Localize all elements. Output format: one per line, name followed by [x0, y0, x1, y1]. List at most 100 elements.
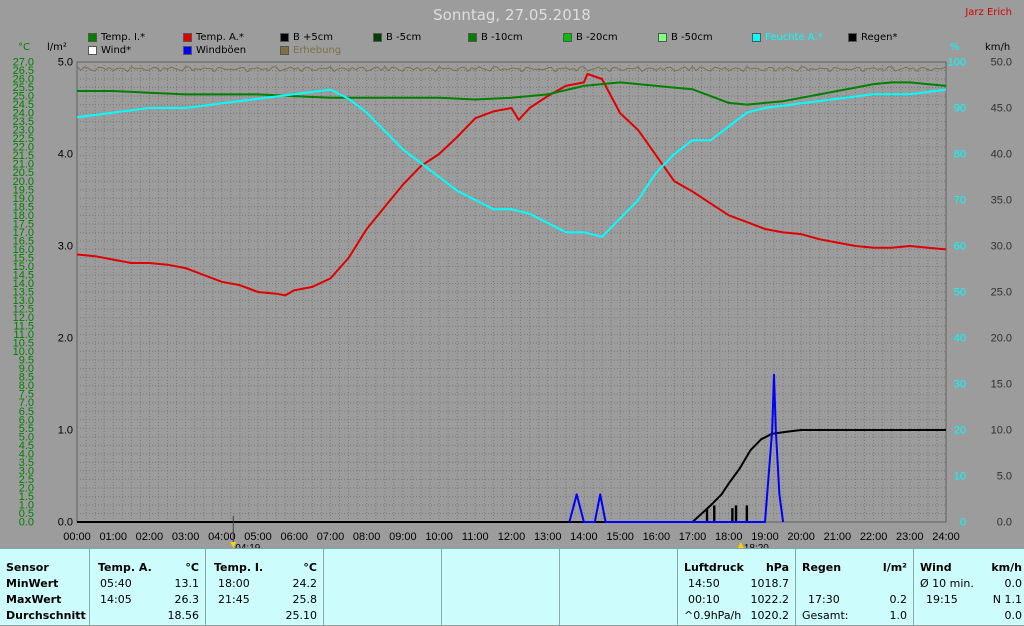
humidity-axis-tick: 100 [948, 57, 966, 69]
x-axis-tick: 17:00 [679, 531, 707, 543]
wind-axis-tick: 45.0 [991, 103, 1012, 115]
x-axis-tick: 06:00 [280, 531, 308, 543]
x-axis-tick: 02:00 [136, 531, 164, 543]
x-axis-tick: 01:00 [99, 531, 127, 543]
humidity-axis-tick: 60 [954, 241, 966, 253]
sensor-column: Sensor MinWert MaxWert Durchschnitt [0, 549, 90, 626]
rain-axis-tick: 3.0 [58, 241, 73, 253]
wind-unit: km/h [991, 561, 1022, 574]
wind-axis-tick: 40.0 [991, 149, 1012, 161]
temp-a-max-time: 14:05 [100, 593, 132, 606]
rain-axis-tick: 0.0 [58, 517, 73, 529]
x-axis-tick: 20:00 [787, 531, 815, 543]
x-axis-tick: 08:00 [353, 531, 381, 543]
rain-axis-tick: 2.0 [58, 333, 73, 345]
temp-a-max-value: 26.3 [174, 593, 200, 606]
min-row-label: MinWert [6, 577, 59, 590]
temp-i-average: 25.10 [285, 609, 318, 622]
temp-a-min-value: 13.1 [174, 577, 200, 590]
pressure-min-time: 14:50 [688, 577, 720, 590]
x-axis-tick: 18:00 [715, 531, 743, 543]
rain-bar [745, 505, 749, 522]
x-axis-tick: 16:00 [643, 531, 671, 543]
wind-axis-tick: 15.0 [991, 379, 1012, 391]
x-axis-tick: 14:00 [570, 531, 598, 543]
temp-a-column: Temp. A. °C 05:40 13.1 14:05 26.3 18.56 [90, 549, 206, 626]
x-axis-tick: 24:00 [932, 531, 960, 543]
wind-max-value: N 1.1 [992, 593, 1022, 606]
wind-axis-tick: 35.0 [991, 195, 1012, 207]
temp-i-max-time: 21:45 [218, 593, 250, 606]
x-axis-tick: 05:00 [244, 531, 272, 543]
rain-max-time: 17:30 [808, 593, 840, 606]
x-axis-tick: 04:00 [208, 531, 236, 543]
wind-max-time: 19:15 [926, 593, 958, 606]
empty-column-2 [442, 549, 560, 626]
wind-axis-tick: 0.0 [997, 517, 1012, 529]
rain-axis-tick: 5.0 [58, 57, 73, 69]
rain-axis-tick: 4.0 [58, 149, 73, 161]
rain-max-value: 0.2 [889, 593, 908, 606]
wind-axis-tick: 20.0 [991, 333, 1012, 345]
humidity-axis-tick: 20 [954, 425, 966, 437]
temp-a-min-time: 05:40 [100, 577, 132, 590]
temp-a-header: Temp. A. [98, 561, 152, 574]
temp-i-min-time: 18:00 [218, 577, 250, 590]
empty-column-3 [560, 549, 678, 626]
x-axis-tick: 13:00 [534, 531, 562, 543]
weather-chart: 0.00.51.01.52.02.53.03.54.04.55.05.56.06… [13, 57, 1012, 548]
x-axis-tick: 15:00 [606, 531, 634, 543]
pressure-trend: ^0.9hPa/h [684, 609, 742, 622]
temp-a-unit: °C [185, 561, 199, 574]
wind-axis-tick: 5.0 [997, 471, 1012, 483]
rain-bar [734, 505, 738, 522]
pressure-current: 1020.2 [750, 609, 790, 622]
rain-total-label: Gesamt: [802, 609, 849, 622]
rain-total-value: 1.0 [889, 609, 908, 622]
rain-unit: l/m² [882, 561, 907, 574]
x-axis-tick: 07:00 [317, 531, 345, 543]
rain-column: Regen l/m² 17:30 0.2 Gesamt: 1.0 [796, 549, 914, 626]
pressure-max-value: 1022.2 [750, 593, 790, 606]
temp-i-unit: °C [303, 561, 317, 574]
x-axis-tick: 11:00 [462, 531, 489, 543]
humidity-axis-tick: 0 [960, 517, 966, 529]
x-axis-tick: 22:00 [860, 531, 888, 543]
wind-avg-value: 0.0 [1004, 577, 1023, 590]
temp-i-min-value: 24.2 [292, 577, 318, 590]
humidity-axis-tick: 10 [954, 471, 966, 483]
rain-bar [713, 505, 716, 522]
wind-axis-tick: 30.0 [991, 241, 1012, 253]
wind-column: Wind km/h Ø 10 min. 0.0 19:15 N 1.1 0.0 [914, 549, 1024, 626]
x-axis-tick: 23:00 [896, 531, 924, 543]
pressure-column: Luftdruck hPa 14:50 1018.7 00:10 1022.2 … [678, 549, 796, 626]
stats-panel: Sensor MinWert MaxWert Durchschnitt Temp… [0, 548, 1024, 626]
max-row-label: MaxWert [6, 593, 62, 606]
temp-a-average: 18.56 [167, 609, 200, 622]
x-axis-tick: 09:00 [389, 531, 417, 543]
temp-i-header: Temp. I. [214, 561, 264, 574]
x-axis-tick: 19:00 [751, 531, 779, 543]
humidity-axis-tick: 90 [954, 103, 966, 115]
sensor-header: Sensor [6, 561, 49, 574]
temp-i-column: Temp. I. °C 18:00 24.2 21:45 25.8 25.10 [206, 549, 324, 626]
temp-axis-tick: 27.0 [13, 57, 34, 69]
wind-avg-label: Ø 10 min. [920, 577, 974, 590]
wind-axis-tick: 10.0 [991, 425, 1012, 437]
x-axis-tick: 12:00 [498, 531, 526, 543]
pressure-max-time: 00:10 [688, 593, 720, 606]
x-axis-tick: 00:00 [63, 531, 91, 543]
pressure-header: Luftdruck [684, 561, 744, 574]
x-axis-tick: 21:00 [824, 531, 852, 543]
wind-current: 0.0 [1004, 609, 1023, 622]
rain-axis-tick: 1.0 [58, 425, 73, 437]
x-axis-tick: 03:00 [172, 531, 200, 543]
humidity-axis-tick: 40 [954, 333, 966, 345]
humidity-axis-tick: 50 [954, 287, 966, 299]
wind-header: Wind [920, 561, 952, 574]
humidity-axis-tick: 30 [954, 379, 966, 391]
rain-bar [731, 508, 734, 522]
humidity-axis-tick: 70 [954, 195, 966, 207]
temp-i-max-value: 25.8 [292, 593, 318, 606]
pressure-min-value: 1018.7 [750, 577, 790, 590]
